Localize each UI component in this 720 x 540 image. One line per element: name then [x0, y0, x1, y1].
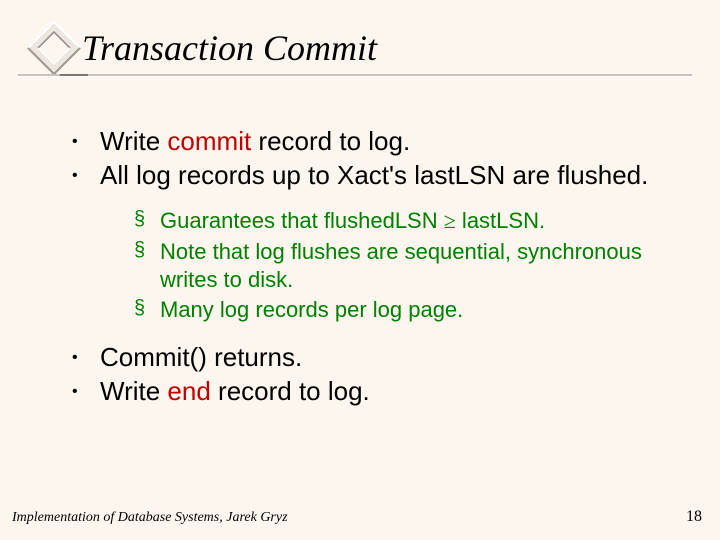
sub-bullet-item: Note that log flushes are sequential, sy…	[134, 238, 692, 294]
bullet-item: Commit() returns.	[68, 342, 692, 374]
geq-symbol: ≥	[444, 208, 456, 233]
text: record to log.	[211, 376, 370, 406]
text: Write	[100, 376, 167, 406]
sub-bullet-list: Guarantees that flushedLSN ≥ lastLSN. No…	[134, 207, 692, 324]
bullet-list: Write commit record to log. All log reco…	[68, 126, 692, 408]
text: All log records up to Xact's lastLSN are…	[100, 160, 648, 190]
page-number: 18	[686, 508, 702, 526]
slide-content: Write commit record to log. All log reco…	[28, 126, 692, 408]
text: Note that log flushes are sequential, sy…	[160, 239, 642, 292]
text-emphasis: commit	[167, 126, 251, 156]
text: Write	[100, 126, 167, 156]
text: Commit() returns.	[100, 342, 302, 372]
text: Many log records per log page.	[160, 297, 463, 322]
title-underline-accent	[60, 74, 88, 76]
text: record to log.	[251, 126, 410, 156]
bullet-item: All log records up to Xact's lastLSN are…	[68, 160, 692, 324]
title-underline	[18, 74, 692, 77]
slide: Transaction Commit Write commit record t…	[0, 0, 720, 540]
text: lastLSN.	[456, 208, 545, 233]
footer-source: Implementation of Database Systems, Jare…	[12, 510, 288, 526]
slide-title: Transaction Commit	[82, 27, 377, 69]
sub-bullet-item: Guarantees that flushedLSN ≥ lastLSN.	[134, 207, 692, 235]
diamond-icon	[24, 18, 84, 78]
title-row: Transaction Commit	[28, 18, 692, 78]
sub-bullet-item: Many log records per log page.	[134, 296, 692, 324]
bullet-item: Write end record to log.	[68, 376, 692, 408]
text-emphasis: end	[167, 376, 210, 406]
bullet-item: Write commit record to log.	[68, 126, 692, 158]
text: Guarantees that flushedLSN	[160, 208, 444, 233]
